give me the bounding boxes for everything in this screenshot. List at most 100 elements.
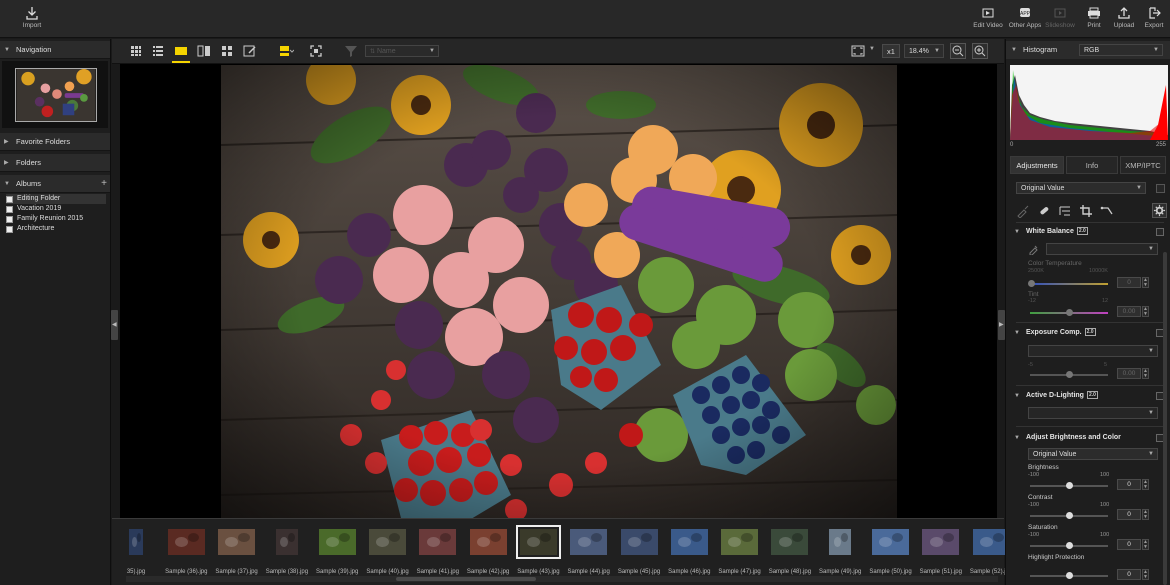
navigation-preview[interactable]	[2, 61, 108, 128]
spin-buttons[interactable]: ▲ ▼	[1142, 306, 1149, 317]
add-album-icon[interactable]: +	[101, 175, 107, 193]
filmstrip-thumbnail[interactable]	[129, 529, 143, 555]
filmstrip-thumbnail[interactable]	[469, 529, 507, 555]
active-d-lighting-header[interactable]: ▼ Active D-Lighting 2.0	[1010, 388, 1164, 404]
filmstrip-thumbnail[interactable]	[872, 529, 909, 555]
filmstrip-thumbnail[interactable]	[369, 529, 406, 555]
filmstrip-thumbnail[interactable]	[167, 529, 205, 555]
fit-screen-icon[interactable]	[308, 43, 324, 59]
right-panel-collapse-handle[interactable]: ▶	[998, 310, 1005, 340]
contrast-value[interactable]: 0	[1117, 509, 1141, 520]
tint-value[interactable]: 0.00	[1117, 306, 1141, 317]
retouch-tool-icon[interactable]	[1037, 204, 1051, 218]
navigation-header[interactable]: ▼ Navigation	[0, 41, 110, 59]
spin-buttons[interactable]: ▲ ▼	[1142, 569, 1149, 580]
spin-buttons[interactable]: ▲ ▼	[1142, 277, 1149, 288]
fit-dropdown-icon[interactable]: ▼	[869, 46, 875, 52]
slider-knob[interactable]	[1066, 572, 1073, 579]
slider-knob[interactable]	[1066, 542, 1073, 549]
active-d-lighting-dropdown[interactable]: ▼	[1028, 407, 1158, 419]
main-photo[interactable]	[221, 65, 897, 518]
zoom-out-button[interactable]	[950, 43, 966, 59]
contrast-slider[interactable]	[1030, 512, 1108, 519]
saturation-value[interactable]: 0	[1117, 539, 1141, 550]
tab-xmpiptc[interactable]: XMP/IPTC	[1120, 156, 1166, 174]
filmstrip-thumbnail[interactable]	[275, 529, 298, 555]
tab-adjustments[interactable]: Adjustments	[1010, 156, 1064, 174]
saturation-slider[interactable]	[1030, 542, 1108, 549]
highlight-protection-value[interactable]: 0	[1117, 569, 1141, 580]
spin-buttons[interactable]: ▲ ▼	[1142, 368, 1149, 379]
album-item[interactable]: Architecture	[6, 224, 106, 234]
folders-header[interactable]: ▶ Folders	[0, 154, 110, 172]
album-item[interactable]: Vacation 2019	[6, 204, 106, 214]
crop-tool-icon[interactable]	[1079, 204, 1093, 218]
straighten-tool-icon[interactable]	[1058, 204, 1072, 218]
filmstrip-thumbnail[interactable]	[515, 525, 561, 559]
left-panel-collapse-handle[interactable]: ◀	[111, 310, 118, 340]
tint-slider[interactable]	[1030, 309, 1108, 316]
filmstrip-scrollbar[interactable]	[126, 576, 998, 582]
preset-checkbox[interactable]	[1156, 184, 1165, 193]
white-balance-dropdown[interactable]: ▼	[1046, 243, 1158, 255]
spin-buttons[interactable]: ▲ ▼	[1142, 539, 1149, 550]
histogram-channel-dropdown[interactable]: RGB ▼	[1079, 44, 1163, 56]
exposure-value[interactable]: 0.00	[1117, 368, 1141, 379]
tab-info[interactable]: Info	[1066, 156, 1118, 174]
exposure-header[interactable]: ▼ Exposure Comp. 2.0	[1010, 325, 1164, 341]
exposure-slider[interactable]	[1030, 371, 1108, 378]
filmstrip-thumbnail[interactable]	[318, 529, 356, 555]
spin-buttons[interactable]: ▲ ▼	[1142, 509, 1149, 520]
adjustment-settings-button[interactable]	[1152, 203, 1167, 218]
filmstrip-thumbnail[interactable]	[922, 529, 960, 555]
album-item[interactable]: Family Reunion 2015	[6, 214, 106, 224]
filmstrip-thumbnail[interactable]	[570, 529, 608, 555]
slider-knob[interactable]	[1066, 309, 1073, 316]
import-button[interactable]: Import	[14, 6, 50, 36]
export-button[interactable]: Export	[1136, 6, 1170, 36]
spin-buttons[interactable]: ▲ ▼	[1142, 479, 1149, 490]
right-panel-scrollbar[interactable]	[1163, 252, 1167, 585]
white-balance-header[interactable]: ▼ White Balance 2.0	[1010, 224, 1164, 240]
filter-icon[interactable]	[343, 43, 359, 59]
filmstrip-thumbnail[interactable]	[771, 529, 809, 555]
grid-view-icon[interactable]	[128, 43, 144, 59]
album-item[interactable]: Editing Folder	[6, 194, 106, 204]
color-temperature-slider[interactable]	[1028, 280, 1108, 287]
brightness-value[interactable]: 0	[1117, 479, 1141, 490]
filmstrip-thumbnail[interactable]	[721, 529, 759, 555]
eyedropper-icon[interactable]	[1028, 244, 1039, 255]
fit-image-icon[interactable]	[850, 43, 866, 59]
zoom-multiplier-button[interactable]: x1	[882, 44, 900, 58]
color-temperature-value[interactable]: 0	[1117, 277, 1141, 288]
zoom-in-button[interactable]	[972, 43, 988, 59]
filmstrip-thumbnail[interactable]	[218, 529, 256, 555]
albums-header[interactable]: ▼ Albums +	[0, 175, 110, 193]
list-view-icon[interactable]	[150, 43, 166, 59]
slider-knob[interactable]	[1066, 371, 1073, 378]
filmstrip-thumbnail[interactable]	[419, 529, 457, 555]
filmstrip-thumbnail[interactable]	[620, 529, 658, 555]
slider-knob[interactable]	[1066, 512, 1073, 519]
other-apps-button[interactable]: APP Other Apps	[1007, 6, 1043, 36]
filmstrip-thumbnail[interactable]	[829, 529, 852, 555]
brightness-color-header[interactable]: ▼ Adjust Brightness and Color	[1010, 430, 1164, 446]
exposure-dropdown[interactable]: ▼	[1028, 345, 1158, 357]
edit-video-button[interactable]: Edit Video	[970, 6, 1006, 36]
single-image-view-icon[interactable]	[173, 43, 189, 59]
filmstrip-scroll-thumb[interactable]	[396, 577, 536, 581]
preset-dropdown[interactable]: Original Value ▼	[1016, 182, 1146, 194]
perspective-tool-icon[interactable]	[1100, 204, 1114, 218]
brush-tool-icon[interactable]	[1016, 204, 1030, 218]
quad-view-icon[interactable]	[219, 43, 235, 59]
slider-knob[interactable]	[1066, 482, 1073, 489]
sort-dropdown[interactable]: ⇅ Name ▼	[365, 45, 439, 57]
slider-knob[interactable]	[1028, 280, 1035, 287]
favorite-folders-header[interactable]: ▶ Favorite Folders	[0, 133, 110, 151]
highlight-protection-slider[interactable]	[1030, 572, 1108, 579]
white-balance-checkbox[interactable]	[1156, 228, 1164, 236]
brightness-color-preset-dropdown[interactable]: Original Value ▼	[1028, 448, 1158, 460]
zoom-level-dropdown[interactable]: 18.4% ▼	[904, 44, 944, 58]
edit-view-icon[interactable]	[242, 43, 258, 59]
brightness-slider[interactable]	[1030, 482, 1108, 489]
